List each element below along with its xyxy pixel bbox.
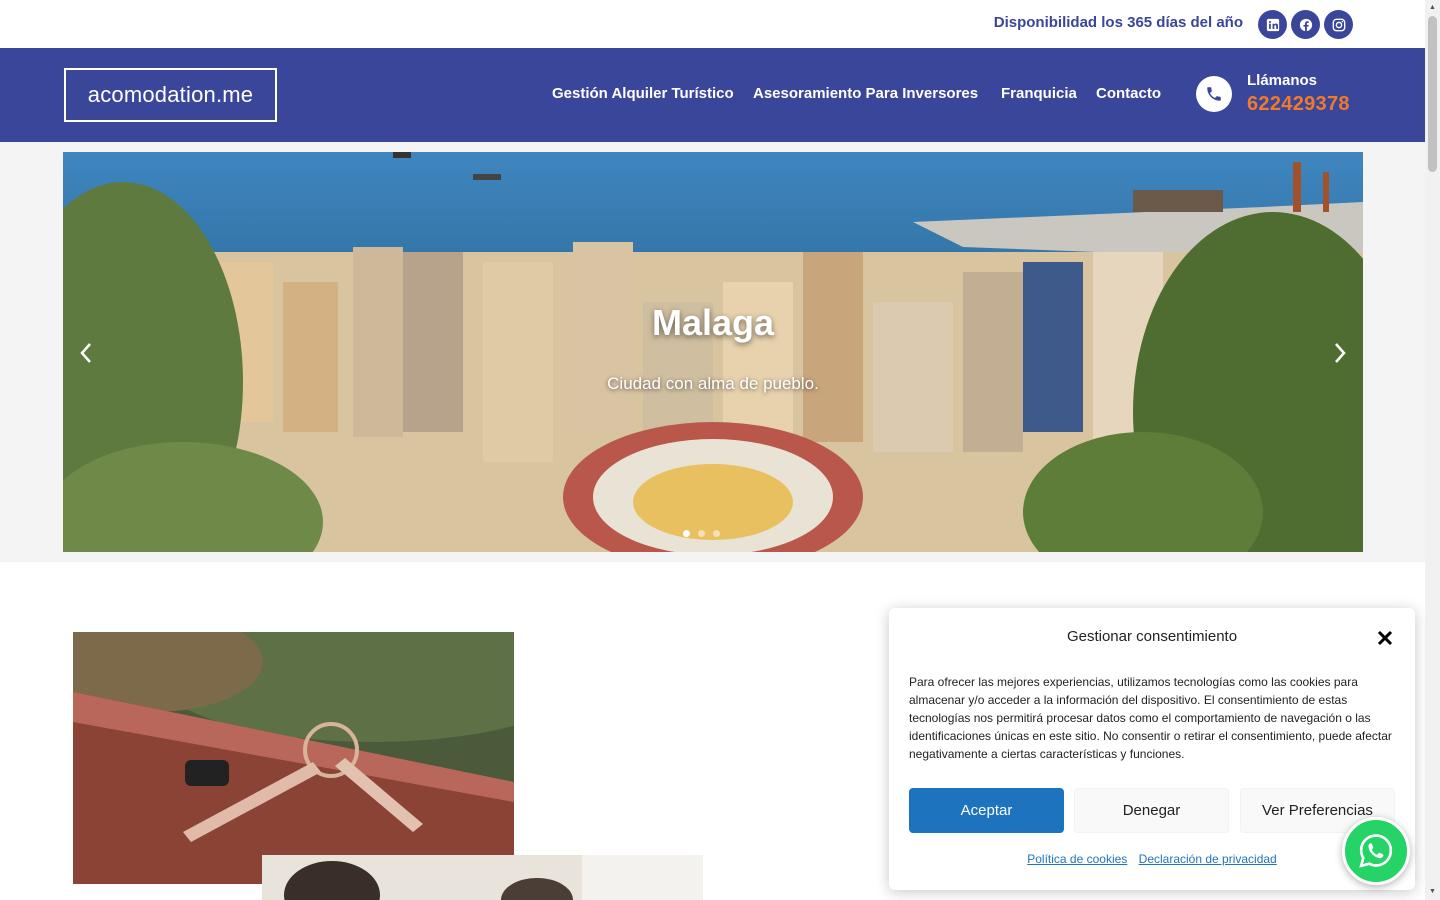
scroll-down-icon[interactable]: ▼ [1428,887,1437,895]
slider-dot[interactable] [698,530,705,537]
main-nav: Gestión Alquiler Turístico [552,85,734,102]
slider-dot[interactable] [713,530,720,537]
chevron-left-icon [80,343,91,363]
page-scrollbar[interactable]: ▲ ▼ [1425,0,1440,900]
main-nav-4: Contacto [1096,85,1161,102]
main-header: acomodation.me Gestión Alquiler Turístic… [0,48,1425,142]
main-nav-3: Franquicia [1001,85,1077,102]
call-number[interactable]: 622429378 [1247,93,1350,116]
prev-slide-button[interactable] [71,338,101,368]
main-nav-2: Asesoramiento Para Inversores [753,85,978,102]
linkedin-icon[interactable] [1258,10,1287,39]
logo-text: acomodation.me [87,82,254,107]
phone-icon[interactable] [1196,76,1232,112]
keys-image [73,632,514,884]
deny-button[interactable]: Denegar [1074,788,1229,833]
hero-image [63,152,1363,552]
whatsapp-icon [1359,834,1393,868]
privacy-link[interactable]: Declaración de privacidad [1139,852,1277,866]
availability-text: Disponibilidad los 365 días del año [993,14,1243,31]
call-label: Llámanos [1247,72,1318,89]
logo[interactable]: acomodation.me [64,68,277,122]
hero-slider: Malaga Ciudad con alma de pueblo. [63,152,1363,552]
hero-title: Malaga [651,302,775,343]
nav-contacto[interactable]: Contacto [1096,85,1161,102]
chevron-right-icon [1335,343,1346,363]
cookie-policy-link[interactable]: Política de cookies [1027,852,1127,866]
next-slide-button[interactable] [1325,338,1355,368]
slider-dots [683,530,720,537]
nav-gestion-alquiler[interactable]: Gestión Alquiler Turístico [552,85,734,102]
cookie-title: Gestionar consentimiento [1066,628,1238,645]
nav-asesoramiento[interactable]: Asesoramiento Para Inversores [753,85,978,102]
cookie-text: Para ofrecer las mejores experiencias, u… [909,675,1392,761]
cookie-consent-dialog: Gestionar consentimiento Para ofrecer la… [889,608,1415,890]
hero-subtitle: Ciudad con alma de pueblo. [607,374,819,393]
top-bar: Disponibilidad los 365 días del año [0,0,1425,48]
scroll-up-icon[interactable]: ▲ [1428,3,1437,11]
person-image [262,855,703,900]
accept-button[interactable]: Aceptar [909,788,1064,833]
nav-franquicia[interactable]: Franquicia [1001,85,1077,102]
instagram-icon[interactable] [1324,10,1353,39]
whatsapp-button[interactable] [1342,817,1410,885]
cookie-links: Política de cookies Declaración de priva… [889,852,1415,866]
slider-dot[interactable] [683,530,690,537]
scroll-thumb[interactable] [1428,16,1437,172]
facebook-icon[interactable] [1291,10,1320,39]
close-icon[interactable] [1375,628,1395,648]
